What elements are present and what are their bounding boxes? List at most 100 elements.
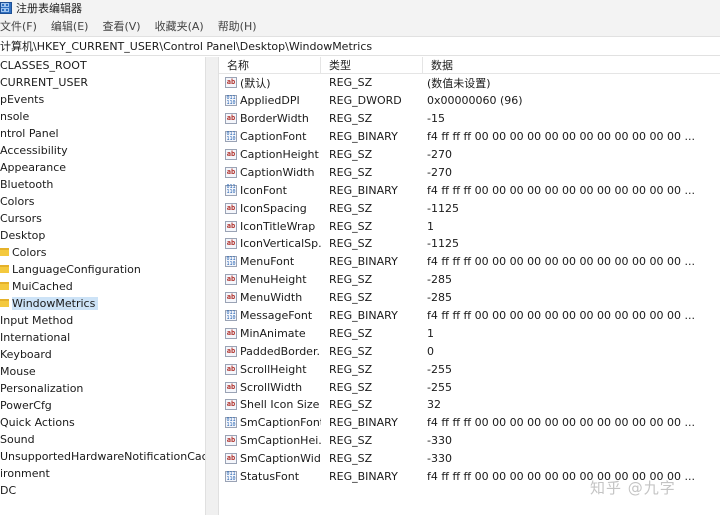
tree-item[interactable]: MuiCached (0, 278, 205, 295)
tree-item[interactable]: pEvents (0, 91, 205, 108)
tree-item-label: Input Method (0, 314, 74, 327)
folder-icon (0, 248, 9, 256)
menu-help[interactable]: 帮助(H) (218, 18, 257, 34)
tree-item[interactable]: Bluetooth (0, 176, 205, 193)
tree-item-label: DC (0, 484, 17, 497)
value-row[interactable]: ab MinAnimate REG_SZ 1 (219, 324, 720, 342)
value-name-cell: ab MenuWidth (219, 291, 321, 304)
tree-item[interactable]: WindowMetrics (0, 295, 205, 312)
value-icon-label: ab (226, 364, 236, 373)
key-tree[interactable]: CLASSES_ROOT CURRENT_USER pEvents nsole ntro… (0, 57, 205, 515)
tree-item[interactable]: UnsupportedHardwareNotificationCache (0, 448, 205, 465)
tree-item[interactable]: Input Method (0, 312, 205, 329)
value-rows: ab (默认) REG_SZ (数值未设置) 011 110 AppliedDPI REG_… (219, 74, 720, 485)
tree-item[interactable]: Colors (0, 244, 205, 261)
value-data: -270 (427, 165, 452, 179)
tree-item[interactable]: Personalization (0, 380, 205, 397)
value-icon-label: 011 110 (226, 130, 236, 142)
watermark: 知乎 @九字 (590, 479, 676, 497)
value-name: MessageFont (240, 309, 313, 323)
value-list: 名称 类型 数据 ab (默认) REG_SZ (数值未设置) 011 110 Appli… (219, 57, 720, 515)
value-type: REG_SZ (329, 380, 373, 394)
tree-item[interactable]: Accessibility (0, 142, 205, 159)
value-row[interactable]: 011 110 IconFont REG_BINARY f4 ff ff ff 00 … (219, 181, 720, 199)
value-icon-label: ab (226, 221, 236, 230)
binary-value-icon: 011 110 (225, 130, 237, 143)
value-name: StatusFont (240, 470, 300, 484)
value-icon-label: ab (226, 78, 236, 87)
binary-value-icon: 011 110 (225, 184, 237, 196)
binary-value-icon: 011 110 (225, 309, 237, 322)
value-row[interactable]: ab IconSpacing REG_SZ -1125 (219, 199, 720, 217)
value-row[interactable]: ab ScrollWidth REG_SZ -255 (219, 378, 720, 396)
tree-item[interactable]: Quick Actions (0, 414, 205, 431)
tree-item[interactable]: LanguageConfiguration (0, 261, 205, 278)
value-row[interactable]: ab CaptionHeight REG_SZ -270 (219, 146, 720, 164)
column-header-data[interactable]: 数据 (423, 57, 720, 74)
value-row[interactable]: ab PaddedBorder... REG_SZ 0 (219, 342, 720, 360)
value-row[interactable]: ab Shell Icon Size REG_SZ 32 (219, 396, 720, 414)
value-data: f4 ff ff ff 00 00 00 00 00 00 00 00 00 0… (427, 416, 696, 430)
tree-item[interactable]: CURRENT_USER (0, 74, 205, 91)
string-value-icon: ab (225, 149, 237, 160)
tree-item-label: LanguageConfiguration (12, 263, 141, 276)
string-value-icon: ab (225, 327, 237, 339)
value-row[interactable]: ab IconVerticalSp... REG_SZ -1125 (219, 235, 720, 253)
tree-item[interactable]: Appearance (0, 159, 205, 176)
tree-item[interactable]: DC (0, 482, 205, 499)
menu-favorites[interactable]: 收藏夹(A) (155, 18, 204, 34)
value-icon-label: ab (226, 436, 236, 445)
value-name-cell: 011 110 AppliedDPI (219, 94, 321, 107)
value-row[interactable]: ab ScrollHeight REG_SZ -255 (219, 360, 720, 378)
binary-value-icon: 011 110 (225, 95, 237, 107)
tree-item[interactable]: PowerCfg (0, 397, 205, 414)
tree-item-label: Sound (0, 433, 35, 446)
tree-item[interactable]: Keyboard (0, 346, 205, 363)
value-data: 0x00000060 (96) (427, 94, 523, 108)
value-row[interactable]: 011 110 AppliedDPI REG_DWORD 0x00000060 (96… (219, 92, 720, 110)
value-row[interactable]: 011 110 SmCaptionFont REG_BINARY f4 ff ff f… (219, 414, 720, 432)
address-bar[interactable]: 计算机\HKEY_CURRENT_USER\Control Panel\Desk… (0, 36, 720, 56)
pane-splitter[interactable] (205, 57, 219, 515)
string-value-icon: ab (225, 166, 237, 178)
value-row[interactable]: ab BorderWidth REG_SZ -15 (219, 110, 720, 128)
tree-item[interactable]: Sound (0, 431, 205, 448)
value-name: SmCaptionWid... (240, 452, 321, 466)
tree-item[interactable]: Desktop (0, 227, 205, 244)
tree-item-label: Personalization (0, 382, 84, 395)
tree-item[interactable]: Colors (0, 193, 205, 210)
value-row[interactable]: 011 110 CaptionFont REG_BINARY f4 ff ff ff … (219, 128, 720, 146)
tree-item[interactable]: nsole (0, 108, 205, 125)
binary-value-icon: 011 110 (225, 417, 237, 429)
value-row[interactable]: ab CaptionWidth REG_SZ -270 (219, 163, 720, 181)
column-header-name[interactable]: 名称 (219, 57, 321, 74)
tree-item[interactable]: Mouse (0, 363, 205, 380)
column-header-type[interactable]: 类型 (321, 57, 423, 74)
tree-item[interactable]: Cursors (0, 210, 205, 227)
menu-view[interactable]: 查看(V) (102, 18, 140, 34)
tree-item[interactable]: ntrol Panel (0, 125, 205, 142)
tree-item[interactable]: CLASSES_ROOT (0, 57, 205, 74)
binary-value-icon: 011 110 (225, 471, 237, 483)
value-row[interactable]: ab (默认) REG_SZ (数值未设置) (219, 74, 720, 92)
value-row[interactable]: ab MenuHeight REG_SZ -285 (219, 271, 720, 289)
value-name: IconFont (240, 183, 287, 197)
value-row[interactable]: ab IconTitleWrap REG_SZ 1 (219, 217, 720, 235)
tree-item[interactable]: ironment (0, 465, 205, 482)
value-data: 0 (427, 344, 434, 358)
value-row[interactable]: 011 110 MessageFont REG_BINARY f4 ff ff ff … (219, 307, 720, 325)
value-row[interactable]: ab MenuWidth REG_SZ -285 (219, 289, 720, 307)
value-row[interactable]: ab SmCaptionWid... REG_SZ -330 (219, 450, 720, 468)
value-icon-label: 011 110 (226, 309, 236, 321)
value-row[interactable]: 011 110 MenuFont REG_BINARY f4 ff ff ff 00 … (219, 253, 720, 271)
tree-item-label: Keyboard (0, 348, 52, 361)
value-type: REG_SZ (329, 326, 373, 340)
value-name: PaddedBorder... (240, 344, 321, 358)
value-row[interactable]: ab SmCaptionHei... REG_SZ -330 (219, 432, 720, 450)
menu-file[interactable]: 文件(F) (0, 18, 37, 34)
menu-edit[interactable]: 编辑(E) (51, 18, 89, 34)
value-name-cell: 011 110 StatusFont (219, 470, 321, 483)
value-icon-label: ab (226, 400, 236, 409)
tree-item[interactable]: International (0, 329, 205, 346)
value-icon-label: ab (226, 454, 236, 463)
